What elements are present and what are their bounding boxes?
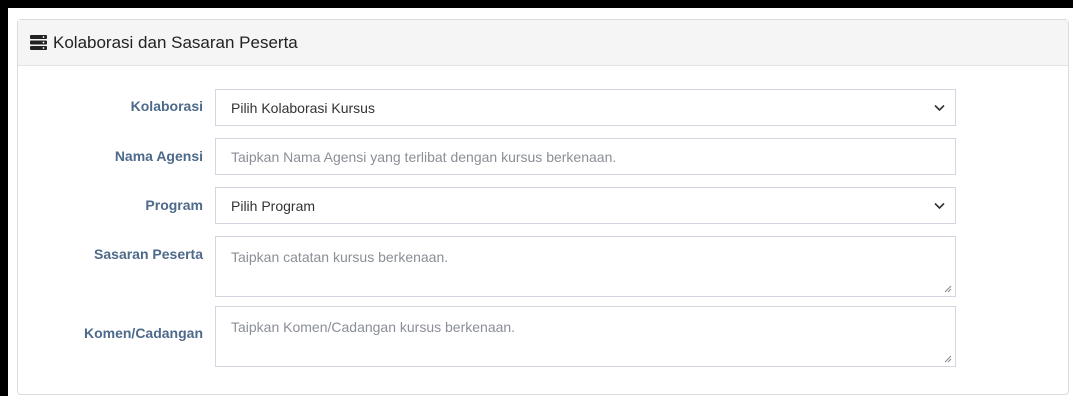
server-icon bbox=[30, 35, 47, 50]
resize-grip-icon[interactable] bbox=[944, 285, 952, 293]
sasaran-peserta-textarea[interactable]: Taipkan catatan kursus berkenaan. bbox=[215, 236, 956, 297]
page-frame: Kolaborasi dan Sasaran Peserta Kolaboras… bbox=[8, 8, 1073, 396]
sasaran-peserta-label: Sasaran Peserta bbox=[94, 246, 203, 262]
komen-cadangan-textarea[interactable]: Taipkan Komen/Cadangan kursus berkenaan. bbox=[215, 306, 956, 367]
resize-grip-icon[interactable] bbox=[944, 355, 952, 363]
collaboration-panel: Kolaborasi dan Sasaran Peserta Kolaboras… bbox=[17, 19, 1069, 395]
program-select[interactable]: Pilih Program bbox=[215, 187, 956, 224]
nama-agensi-input[interactable]: Taipkan Nama Agensi yang terlibat dengan… bbox=[215, 138, 956, 175]
kolaborasi-label: Kolaborasi bbox=[130, 98, 203, 114]
kolaborasi-selected-value: Pilih Kolaborasi Kursus bbox=[231, 99, 375, 116]
nama-agensi-label: Nama Agensi bbox=[114, 148, 203, 164]
panel-heading: Kolaborasi dan Sasaran Peserta bbox=[18, 20, 1068, 66]
chevron-down-icon bbox=[934, 104, 945, 111]
nama-agensi-placeholder: Taipkan Nama Agensi yang terlibat dengan… bbox=[231, 148, 617, 165]
program-label: Program bbox=[145, 197, 203, 213]
kolaborasi-select[interactable]: Pilih Kolaborasi Kursus bbox=[215, 89, 956, 126]
program-selected-value: Pilih Program bbox=[231, 197, 316, 214]
chevron-down-icon bbox=[934, 202, 945, 209]
komen-cadangan-label: Komen/Cadangan bbox=[83, 325, 203, 341]
komen-cadangan-placeholder: Taipkan Komen/Cadangan kursus berkenaan. bbox=[231, 319, 516, 335]
sasaran-peserta-placeholder: Taipkan catatan kursus berkenaan. bbox=[231, 249, 449, 265]
panel-title: Kolaborasi dan Sasaran Peserta bbox=[53, 32, 298, 52]
